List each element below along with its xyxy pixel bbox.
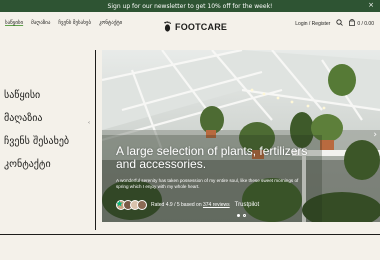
divider	[0, 234, 380, 235]
rating-row: Rated 4.9 / 5 based on 374 reviews Trust…	[116, 200, 259, 210]
nav-item-contact[interactable]: კონტაქტი	[99, 20, 122, 26]
footprint-icon	[163, 17, 172, 36]
sidebar-item-about[interactable]: ჩვენს შესახებ	[4, 136, 69, 147]
login-register-link[interactable]: Login / Register	[295, 21, 330, 27]
logo[interactable]: FOOTCARE	[163, 17, 227, 36]
header: საწყისი მაღაზია ჩვენს შესახებ კონტაქტი F…	[0, 12, 380, 36]
avatar	[137, 200, 147, 210]
sidebar-item-shop[interactable]: მაღაზია	[4, 113, 69, 124]
rating-text: Rated 4.9 / 5 based on 374 reviews	[151, 202, 230, 208]
promo-bar: Sign up for our newsletter to get 10% of…	[0, 0, 380, 12]
trustpilot-label: Trustpilot	[234, 202, 260, 208]
logo-text: FOOTCARE	[175, 21, 228, 32]
greenhouse-image	[102, 50, 380, 222]
nav-item-about[interactable]: ჩვენს შესახებ	[58, 20, 91, 26]
sidebar-menu-list: საწყისი მაღაზია ჩვენს შესახებ კონტაქტი	[4, 90, 69, 170]
search-icon[interactable]	[336, 19, 344, 28]
rating-prefix: Rated 4.9 / 5 based on	[151, 202, 202, 208]
hero-subtext: A wonderful serenity has taken possessio…	[116, 178, 299, 189]
cart-icon	[349, 18, 356, 28]
chevron-right-icon[interactable]: ›	[373, 130, 377, 140]
nav-item-shop[interactable]: მაღაზია	[31, 20, 50, 26]
slider-dots	[237, 214, 246, 217]
main-nav: საწყისი მაღაზია ჩვენს შესახებ კონტაქტი	[5, 20, 122, 26]
close-icon[interactable]: ×	[368, 1, 374, 9]
slider-dot[interactable]	[237, 214, 240, 217]
cart-button[interactable]: 0 / 0.00	[349, 18, 374, 28]
reviews-link[interactable]: 374 reviews	[203, 202, 230, 208]
header-actions: Login / Register 0 / 0.00	[295, 18, 374, 28]
promo-text: Sign up for our newsletter to get 10% of…	[107, 2, 273, 10]
trustpilot-badge[interactable]: Trustpilot	[116, 200, 260, 208]
sidebar-item-contact[interactable]: კონტაქტი	[4, 159, 69, 170]
nav-item-home[interactable]: საწყისი	[5, 20, 23, 26]
slider-dot[interactable]	[243, 214, 246, 217]
chevron-left-icon[interactable]: ‹	[88, 120, 90, 126]
hero-slider: A large selection of plants, fertilizers…	[102, 50, 380, 222]
hero-heading: A large selection of plants, fertilizers…	[116, 144, 308, 171]
sidebar-item-home[interactable]: საწყისი	[4, 90, 69, 101]
cart-total: 0 / 0.00	[357, 20, 374, 27]
